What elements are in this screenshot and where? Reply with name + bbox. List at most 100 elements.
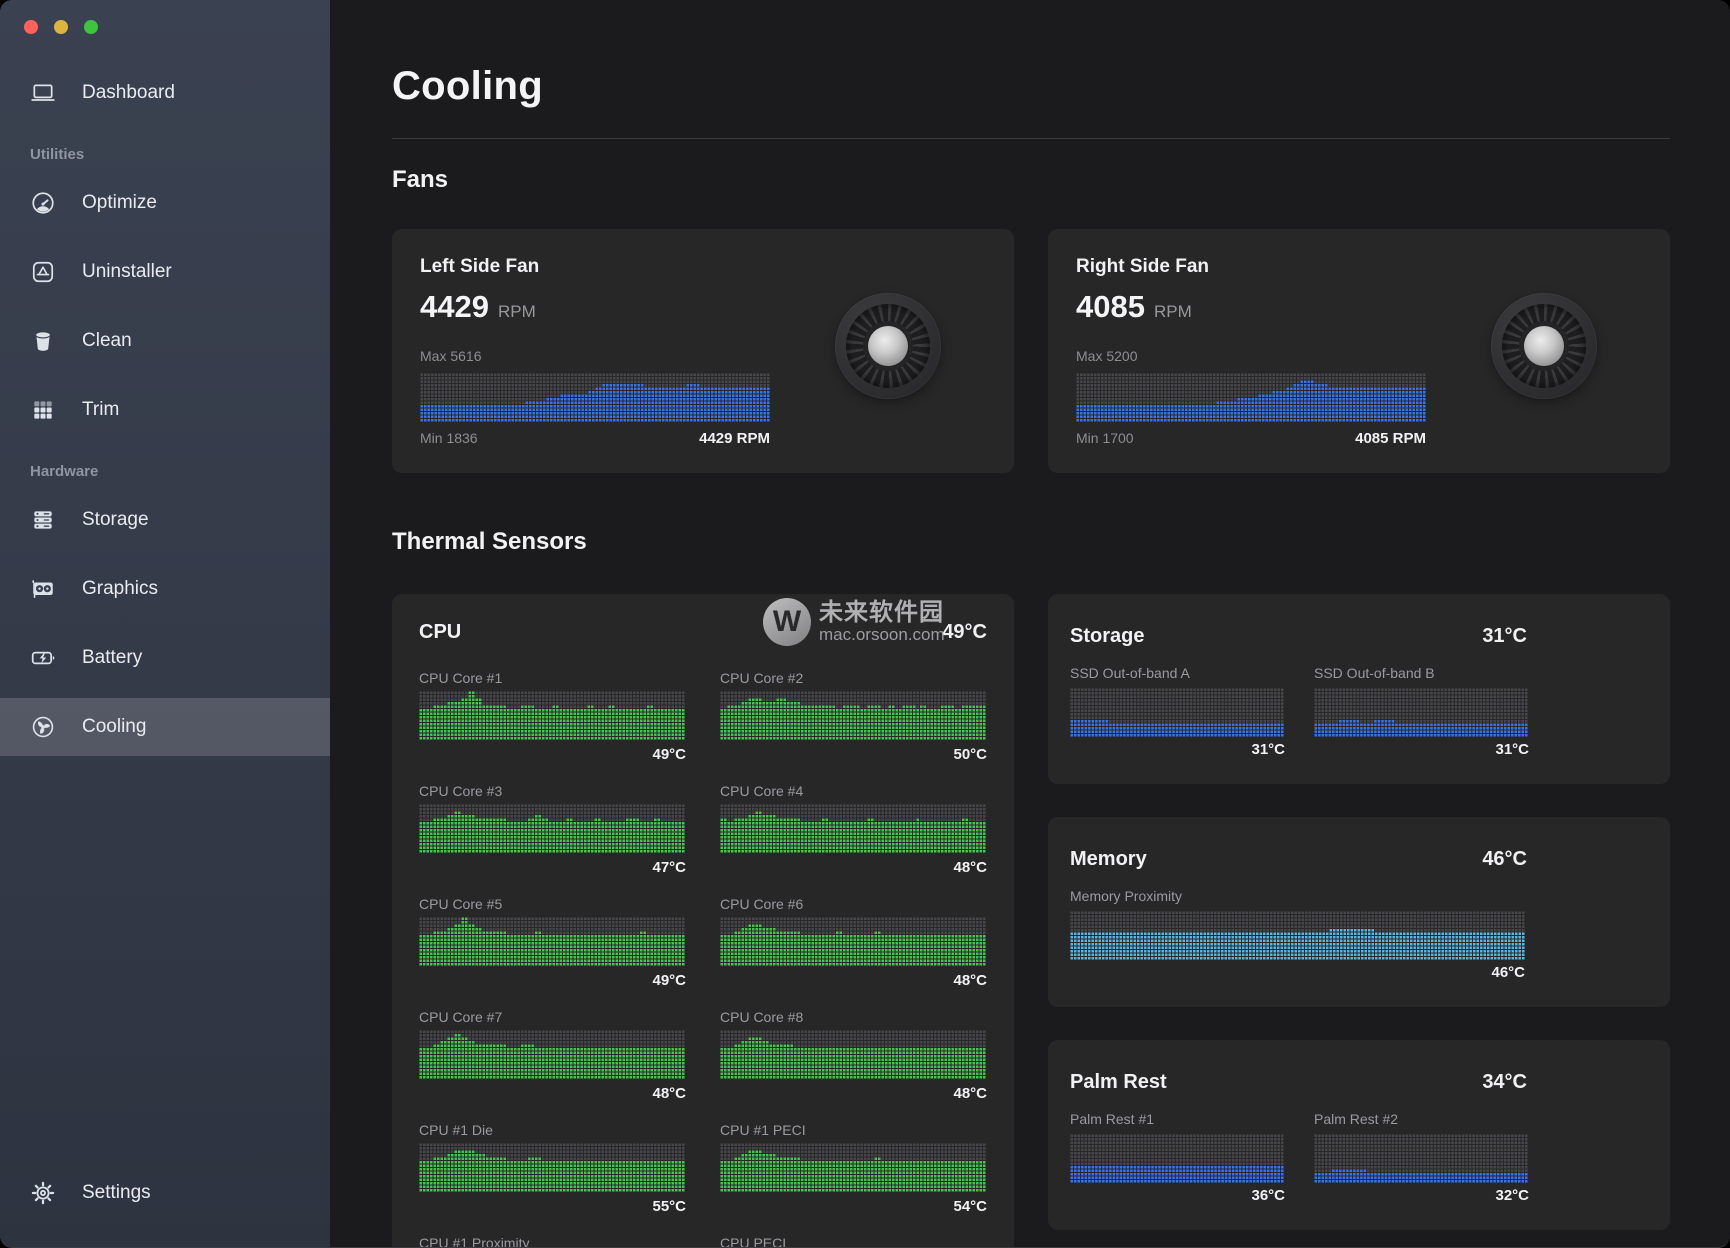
gpu-icon bbox=[30, 576, 56, 602]
minimize-window-button[interactable] bbox=[54, 20, 68, 34]
storage-thermal-card: Storage31°CSSD Out-of-band A31°CSSD Out-… bbox=[1048, 594, 1670, 784]
server-icon bbox=[30, 507, 56, 533]
sensor-history-chart bbox=[419, 1143, 685, 1192]
sidebar-item-battery[interactable]: Battery bbox=[0, 629, 330, 687]
trash-icon bbox=[30, 328, 56, 354]
fan-current-rpm: 4085 RPM bbox=[1355, 430, 1426, 447]
sensor-temp: 48°C bbox=[720, 859, 987, 877]
fan-card-right: Right Side Fan4085RPMMax 5200Min 1700408… bbox=[1048, 229, 1670, 473]
sensor-label: Memory Proximity bbox=[1070, 887, 1525, 905]
sensor-history-chart bbox=[720, 917, 986, 966]
sensor-history-chart bbox=[1070, 688, 1284, 737]
sensor-temp: 47°C bbox=[419, 859, 686, 877]
sidebar-item-settings[interactable]: Settings bbox=[0, 1164, 330, 1222]
sidebar-item-clean[interactable]: Clean bbox=[0, 312, 330, 370]
sidebar-item-dashboard[interactable]: Dashboard bbox=[0, 64, 330, 122]
close-window-button[interactable] bbox=[24, 20, 38, 34]
main-content: Cooling Fans Left Side Fan4429RPMMax 561… bbox=[330, 0, 1730, 1248]
sensor-label: SSD Out-of-band B bbox=[1314, 664, 1529, 682]
sensor-cpu-core-7: CPU Core #7 48°C bbox=[419, 1008, 686, 1103]
page-title: Cooling bbox=[392, 62, 1670, 110]
fan-graphic-icon bbox=[835, 293, 941, 399]
sensor-temp: 31°C bbox=[1070, 741, 1285, 759]
sidebar-item-cooling[interactable]: Cooling bbox=[0, 698, 330, 756]
sensor-temp: 54°C bbox=[720, 1198, 987, 1216]
sensor-label: CPU Core #7 bbox=[419, 1008, 686, 1026]
sensor-ssd-a: SSD Out-of-band A31°C bbox=[1070, 664, 1285, 759]
sensor-label: CPU Core #3 bbox=[419, 782, 686, 800]
sensor-temp: 49°C bbox=[419, 972, 686, 990]
sensor-history-chart bbox=[720, 691, 986, 740]
fan-rpm-history-chart bbox=[1076, 373, 1426, 422]
sensor-cpu-core-1: CPU Core #1 49°C bbox=[419, 669, 686, 764]
sidebar-item-trim[interactable]: Trim bbox=[0, 381, 330, 439]
sensor-cpu-peci: CPU PECI bbox=[720, 1234, 987, 1248]
fan-card-left: Left Side Fan4429RPMMax 5616Min 18364429… bbox=[392, 229, 1014, 473]
fan-icon bbox=[30, 714, 56, 740]
sidebar-item-uninstaller[interactable]: Uninstaller bbox=[0, 243, 330, 301]
fan-graphic-icon bbox=[1491, 293, 1597, 399]
thermal-right-column: Storage31°CSSD Out-of-band A31°CSSD Out-… bbox=[1048, 594, 1670, 1230]
sensor-cpu-core-4: CPU Core #448°C bbox=[720, 782, 987, 877]
sensor-temp: 48°C bbox=[720, 972, 987, 990]
sensor-label: Palm Rest #2 bbox=[1314, 1110, 1529, 1128]
thermal-section-title: Thermal Sensors bbox=[392, 527, 1670, 557]
sensor-history-chart bbox=[720, 804, 986, 853]
card-temp: 46°C bbox=[1482, 848, 1527, 871]
sensor-temp: 49°C bbox=[419, 746, 686, 764]
sidebar-item-optimize[interactable]: Optimize bbox=[0, 174, 330, 232]
sensor-label: CPU #1 PECI bbox=[720, 1121, 987, 1139]
fan-current-rpm: 4429 RPM bbox=[699, 430, 770, 447]
sidebar-footer: Settings bbox=[0, 1162, 330, 1222]
card-temp: 34°C bbox=[1482, 1071, 1527, 1094]
cpu-card-temp: 49°C bbox=[942, 621, 987, 644]
fan-hub bbox=[868, 326, 908, 366]
sidebar-item-graphics[interactable]: Graphics bbox=[0, 560, 330, 618]
sidebar-item-storage[interactable]: Storage bbox=[0, 491, 330, 549]
sensor-temp: 48°C bbox=[419, 1085, 686, 1103]
sensor-label: CPU Core #1 bbox=[419, 669, 686, 687]
sensor-temp: 48°C bbox=[720, 1085, 987, 1103]
sensor-temp: 32°C bbox=[1314, 1187, 1529, 1205]
cpu-card-title: CPU bbox=[419, 620, 461, 644]
sensor-palm-2: Palm Rest #2 32°C bbox=[1314, 1110, 1529, 1205]
sensor-temp: 31°C bbox=[1314, 741, 1529, 759]
sensor-label: CPU PECI bbox=[720, 1234, 987, 1248]
sensor-cpu-core-8: CPU Core #848°C bbox=[720, 1008, 987, 1103]
laptop-icon bbox=[30, 80, 56, 106]
sensor-cpu-die: CPU #1 Die 55°C bbox=[419, 1121, 686, 1216]
sensor-history-chart bbox=[1314, 688, 1528, 737]
sensor-cpu-core-6: CPU Core #648°C bbox=[720, 895, 987, 990]
app-window: DashboardUtilitiesOptimizeUninstallerCle… bbox=[0, 0, 1730, 1248]
appstore-icon bbox=[30, 259, 56, 285]
sensor-history-chart bbox=[419, 1030, 685, 1079]
sidebar-item-label: Battery bbox=[82, 647, 142, 669]
sensor-memory-proximity: Memory Proximity46°C bbox=[1070, 887, 1525, 982]
sensor-label: CPU #1 Proximity bbox=[419, 1234, 686, 1248]
battery-icon bbox=[30, 645, 56, 671]
cpu-thermal-card: CPU49°CCPU Core #149°CCPU Core #250°CCPU… bbox=[392, 594, 1014, 1248]
sensor-label: Palm Rest #1 bbox=[1070, 1110, 1285, 1128]
gauge-icon bbox=[30, 190, 56, 216]
sidebar-item-label: Dashboard bbox=[82, 82, 175, 104]
sidebar-section-hardware: Hardware bbox=[30, 463, 330, 480]
fan-hub bbox=[1524, 326, 1564, 366]
title-divider bbox=[392, 138, 1670, 139]
sensor-cpu-peci-1: CPU #1 PECI 54°C bbox=[720, 1121, 987, 1216]
sensor-cpu-proximity: CPU #1 Proximity bbox=[419, 1234, 686, 1248]
sensor-palm-1: Palm Rest #1 36°C bbox=[1070, 1110, 1285, 1205]
zoom-window-button[interactable] bbox=[84, 20, 98, 34]
sensor-label: CPU #1 Die bbox=[419, 1121, 686, 1139]
grid-icon bbox=[30, 397, 56, 423]
sidebar-item-label: Settings bbox=[82, 1182, 151, 1204]
sidebar-item-label: Storage bbox=[82, 509, 149, 531]
sensor-temp: 55°C bbox=[419, 1198, 686, 1216]
sensor-history-chart bbox=[720, 1030, 986, 1079]
sensor-temp: 36°C bbox=[1070, 1187, 1285, 1205]
sensor-temp: 50°C bbox=[720, 746, 987, 764]
fan-name: Left Side Fan bbox=[420, 255, 1014, 279]
card-title: Memory bbox=[1070, 847, 1147, 871]
sensor-cpu-core-5: CPU Core #549°C bbox=[419, 895, 686, 990]
sidebar-item-label: Optimize bbox=[82, 192, 157, 214]
sidebar: DashboardUtilitiesOptimizeUninstallerCle… bbox=[0, 0, 330, 1247]
